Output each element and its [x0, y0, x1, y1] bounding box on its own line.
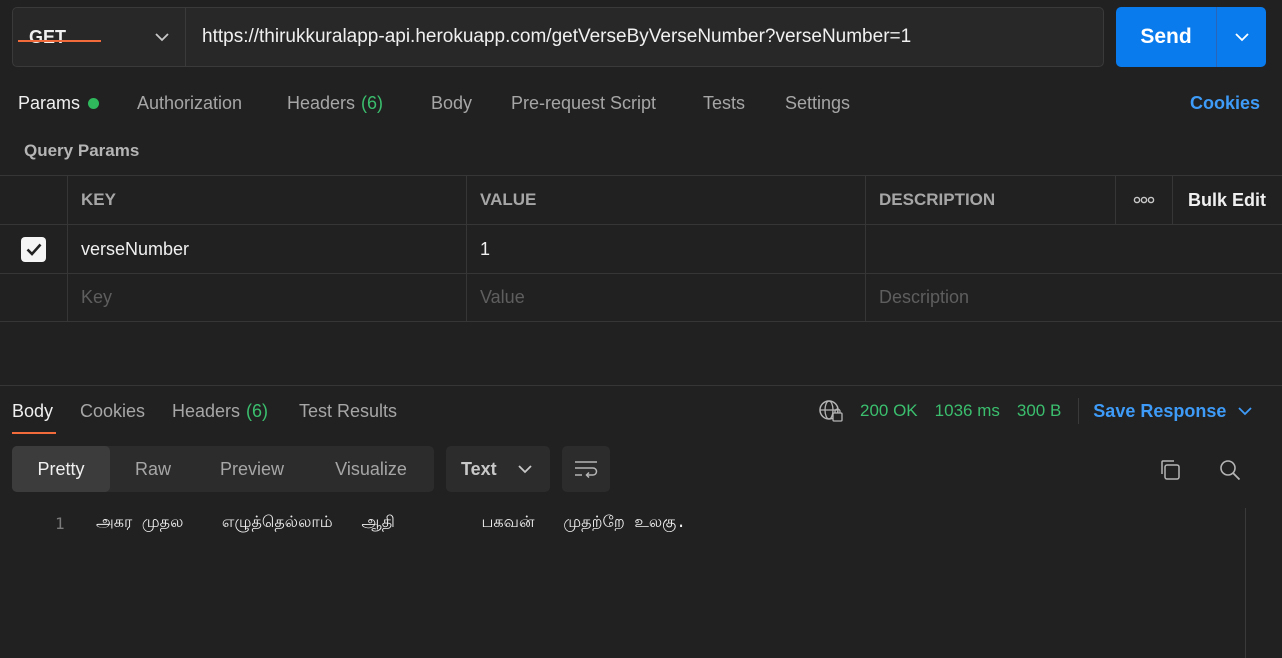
response-meta: 200 OK 1036 ms 300 B Save Response	[818, 397, 1253, 425]
bulk-edit-button[interactable]: Bulk Edit	[1172, 176, 1282, 224]
checkmark-icon	[21, 236, 46, 262]
params-active-dot	[88, 98, 100, 109]
param-value-cell[interactable]: 1	[466, 225, 866, 273]
tab-body[interactable]: Body	[431, 84, 472, 124]
active-tab-indicator	[18, 40, 101, 42]
value-column-header: VALUE	[466, 176, 866, 224]
response-active-tab-indicator	[12, 432, 56, 434]
key-column-header: KEY	[67, 176, 467, 224]
chevron-down-icon	[1234, 32, 1249, 41]
request-bar: GET https://thirukkuralapp-api.herokuapp…	[12, 7, 1104, 67]
tab-label: Authorization	[137, 93, 243, 113]
tab-label: Headers	[172, 401, 241, 421]
method-label: GET	[29, 26, 67, 47]
view-raw-button[interactable]: Raw	[110, 446, 196, 492]
response-tab-cookies[interactable]: Cookies	[80, 392, 145, 432]
tab-label: Body	[431, 93, 473, 113]
tab-label: Test Results	[299, 401, 398, 421]
table-row-empty: Key Value Description	[0, 273, 1282, 322]
row-checkbox[interactable]	[0, 225, 67, 273]
param-key-cell[interactable]: verseNumber	[67, 225, 467, 273]
tab-pre-request-script[interactable]: Pre-request Script	[511, 84, 656, 124]
request-tabs: Params Authorization Headers (6) Body Pr…	[0, 84, 1282, 124]
view-preview-button[interactable]: Preview	[196, 446, 308, 492]
query-params-table: KEY VALUE DESCRIPTION Bulk Edit verseNum…	[0, 175, 1282, 322]
chevron-down-icon	[1238, 406, 1253, 415]
url-input[interactable]: https://thirukkuralapp-api.herokuapp.com…	[186, 8, 1103, 66]
response-divider[interactable]	[0, 385, 1282, 386]
send-options-button[interactable]	[1217, 7, 1266, 67]
chevron-down-icon	[518, 464, 532, 473]
line-number: 1	[55, 514, 65, 533]
tab-params[interactable]: Params	[18, 84, 100, 124]
search-icon[interactable]	[1215, 455, 1245, 485]
editor-scrollbar[interactable]	[1245, 508, 1246, 658]
format-label: Text	[461, 458, 497, 479]
more-options-icon[interactable]	[1115, 176, 1172, 224]
value-placeholder[interactable]: Value	[466, 274, 866, 321]
code-line: அகர முதல எழுத்தெல்லாம் ஆதி பகவன் முதற்றே…	[96, 512, 686, 531]
copy-icon[interactable]	[1155, 455, 1185, 485]
tab-label: Cookies	[80, 401, 146, 421]
send-button[interactable]: Send	[1116, 7, 1217, 67]
globe-lock-icon[interactable]	[818, 399, 844, 423]
divider	[1078, 398, 1080, 424]
description-placeholder[interactable]: Description	[865, 274, 1116, 321]
table-row: verseNumber 1	[0, 224, 1282, 273]
tab-headers[interactable]: Headers (6)	[287, 84, 383, 124]
headers-count: (6)	[246, 401, 269, 421]
tab-label: Params	[18, 93, 81, 113]
tab-tests[interactable]: Tests	[703, 84, 745, 124]
send-group: Send	[1116, 7, 1266, 67]
tab-settings[interactable]: Settings	[785, 84, 850, 124]
save-response-button[interactable]: Save Response	[1093, 400, 1253, 422]
query-params-title: Query Params	[24, 141, 140, 160]
description-column-header: DESCRIPTION	[865, 176, 1116, 224]
view-pretty-button[interactable]: Pretty	[12, 446, 110, 492]
tab-authorization[interactable]: Authorization	[137, 84, 242, 124]
tab-label: Settings	[785, 93, 851, 113]
wrap-lines-icon	[575, 461, 598, 478]
key-placeholder[interactable]: Key	[67, 274, 467, 321]
method-select[interactable]: GET	[13, 8, 186, 66]
tab-label: Body	[12, 401, 54, 421]
chevron-down-icon	[155, 32, 169, 41]
response-tabs: Body Cookies Headers (6) Test Results	[0, 392, 800, 434]
view-mode-group: Pretty Raw Preview Visualize	[12, 446, 434, 492]
response-time[interactable]: 1036 ms	[935, 401, 1000, 421]
param-description-cell[interactable]	[865, 225, 1116, 273]
status-code[interactable]: 200 OK	[860, 401, 918, 421]
response-tab-headers[interactable]: Headers (6)	[172, 392, 268, 432]
format-select[interactable]: Text	[446, 446, 550, 492]
view-visualize-button[interactable]: Visualize	[308, 446, 434, 492]
check-column-header	[0, 176, 67, 224]
tab-label: Pre-request Script	[511, 93, 657, 113]
wrap-lines-button[interactable]	[562, 446, 610, 492]
response-size[interactable]: 300 B	[1017, 401, 1061, 421]
save-response-label: Save Response	[1093, 400, 1227, 421]
tab-label: Headers	[287, 93, 356, 113]
table-header-row: KEY VALUE DESCRIPTION Bulk Edit	[0, 175, 1282, 224]
response-tab-body[interactable]: Body	[12, 392, 53, 432]
headers-count: (6)	[361, 93, 384, 113]
response-body-editor[interactable]: 1 அகர முதல எழுத்தெல்லாம் ஆதி பகவன் முதற்…	[0, 508, 1245, 658]
cookies-link[interactable]: Cookies	[1190, 93, 1260, 114]
row-checkbox-empty	[0, 274, 67, 321]
response-tab-test-results[interactable]: Test Results	[299, 392, 397, 432]
tab-label: Tests	[703, 93, 746, 113]
